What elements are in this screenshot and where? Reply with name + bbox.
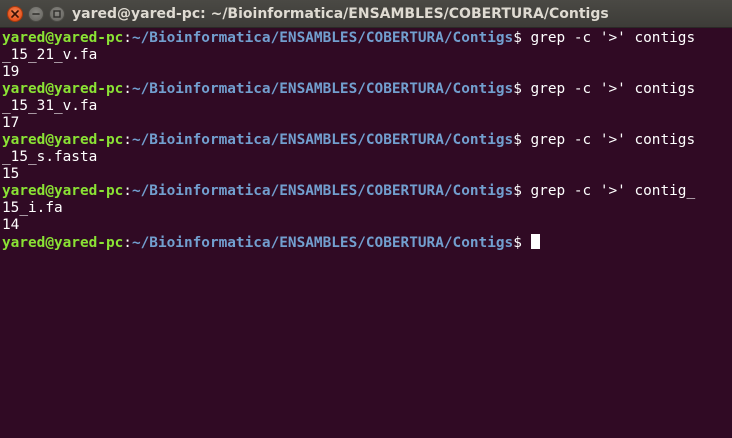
prompt-path: ~/Bioinformatica/ENSAMBLES/COBERTURA/Con… <box>131 30 514 46</box>
output-text: 17 <box>2 115 20 131</box>
output-text: 19 <box>2 64 20 80</box>
close-button[interactable] <box>7 6 23 22</box>
output-text: 15 <box>2 166 20 182</box>
window-title: yared@yared-pc: ~/Bioinformatica/ENSAMBL… <box>72 6 609 22</box>
terminal-output[interactable]: yared@yared-pc:~/Bioinformatica/ENSAMBLE… <box>0 28 728 438</box>
command-text: grep -c '>' contigs <box>530 132 696 148</box>
prompt-colon: : <box>123 183 132 199</box>
prompt-symbol: $ <box>513 183 531 199</box>
output-line: _15_21_v.fa <box>2 47 728 64</box>
scrollbar[interactable] <box>726 28 732 438</box>
prompt-path: ~/Bioinformatica/ENSAMBLES/COBERTURA/Con… <box>131 183 514 199</box>
prompt-line: yared@yared-pc:~/Bioinformatica/ENSAMBLE… <box>2 234 728 251</box>
output-text: _15_s.fasta <box>2 149 98 165</box>
maximize-icon <box>53 10 61 18</box>
prompt-line: yared@yared-pc:~/Bioinformatica/ENSAMBLE… <box>2 81 728 98</box>
close-icon <box>11 10 19 18</box>
prompt-user-host: yared@yared-pc <box>2 235 124 251</box>
minimize-button[interactable] <box>28 6 44 22</box>
prompt-line: yared@yared-pc:~/Bioinformatica/ENSAMBLE… <box>2 132 728 149</box>
maximize-button[interactable] <box>49 6 65 22</box>
output-line: _15_s.fasta <box>2 149 728 166</box>
prompt-symbol: $ <box>513 30 531 46</box>
prompt-path: ~/Bioinformatica/ENSAMBLES/COBERTURA/Con… <box>131 81 514 97</box>
output-line: 17 <box>2 115 728 132</box>
output-text: 14 <box>2 217 20 233</box>
output-line: 14 <box>2 217 728 234</box>
title-bar[interactable]: yared@yared-pc: ~/Bioinformatica/ENSAMBL… <box>0 0 732 28</box>
terminal-window: yared@yared-pc: ~/Bioinformatica/ENSAMBL… <box>0 0 732 438</box>
minimize-icon <box>32 13 40 15</box>
prompt-colon: : <box>123 132 132 148</box>
prompt-path: ~/Bioinformatica/ENSAMBLES/COBERTURA/Con… <box>131 235 514 251</box>
prompt-user-host: yared@yared-pc <box>2 81 124 97</box>
output-text: _15_21_v.fa <box>2 47 98 63</box>
prompt-user-host: yared@yared-pc <box>2 183 124 199</box>
output-text: 15_i.fa <box>2 200 63 216</box>
output-line: 15 <box>2 166 728 183</box>
command-text: grep -c '>' contigs <box>530 81 696 97</box>
prompt-colon: : <box>123 235 132 251</box>
prompt-symbol: $ <box>513 81 531 97</box>
prompt-user-host: yared@yared-pc <box>2 30 124 46</box>
cursor <box>530 234 540 249</box>
command-text: grep -c '>' contigs <box>530 30 696 46</box>
output-line: 15_i.fa <box>2 200 728 217</box>
prompt-symbol: $ <box>513 132 531 148</box>
command-text: grep -c '>' contig_ <box>530 183 696 199</box>
output-line: 19 <box>2 64 728 81</box>
output-line: _15_31_v.fa <box>2 98 728 115</box>
prompt-line: yared@yared-pc:~/Bioinformatica/ENSAMBLE… <box>2 30 728 47</box>
prompt-path: ~/Bioinformatica/ENSAMBLES/COBERTURA/Con… <box>131 132 514 148</box>
prompt-colon: : <box>123 81 132 97</box>
prompt-user-host: yared@yared-pc <box>2 132 124 148</box>
prompt-colon: : <box>123 30 132 46</box>
output-text: _15_31_v.fa <box>2 98 98 114</box>
prompt-line: yared@yared-pc:~/Bioinformatica/ENSAMBLE… <box>2 183 728 200</box>
prompt-symbol: $ <box>513 235 531 251</box>
